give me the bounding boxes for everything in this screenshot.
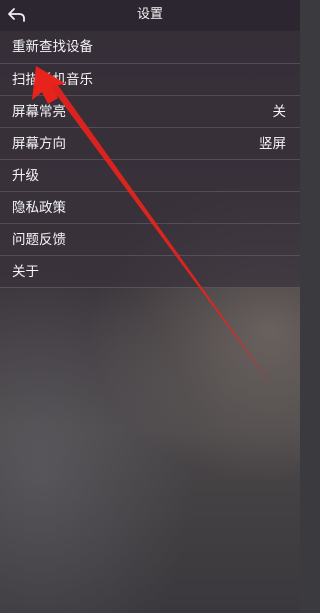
menu-item-label: 问题反馈 [12, 232, 66, 248]
menu-item-label: 关于 [12, 264, 39, 280]
menu-item-scan-music[interactable]: 扫描手机音乐 [0, 63, 300, 95]
settings-list: 重新查找设备 扫描手机音乐 屏幕常亮 关 屏幕方向 竖屏 升级 隐私政策 问题反… [0, 31, 300, 288]
menu-item-screen-always-on[interactable]: 屏幕常亮 关 [0, 95, 300, 127]
menu-item-feedback[interactable]: 问题反馈 [0, 223, 300, 255]
menu-item-label: 重新查找设备 [12, 39, 93, 55]
menu-item-label: 屏幕常亮 [12, 104, 66, 120]
menu-item-screen-orientation[interactable]: 屏幕方向 竖屏 [0, 127, 300, 159]
menu-item-upgrade[interactable]: 升级 [0, 159, 300, 191]
menu-item-privacy-policy[interactable]: 隐私政策 [0, 191, 300, 223]
menu-item-label: 屏幕方向 [12, 136, 66, 152]
menu-item-label: 升级 [12, 168, 39, 184]
page-title: 设置 [136, 7, 163, 22]
menu-item-about[interactable]: 关于 [0, 255, 300, 287]
menu-item-rescan-device[interactable]: 重新查找设备 [0, 31, 300, 63]
menu-item-label: 扫描手机音乐 [12, 72, 93, 88]
menu-item-value: 关 [272, 104, 287, 120]
menu-item-value: 竖屏 [259, 136, 286, 152]
header-bar: 设置 [0, 0, 300, 30]
menu-item-label: 隐私政策 [12, 200, 66, 216]
